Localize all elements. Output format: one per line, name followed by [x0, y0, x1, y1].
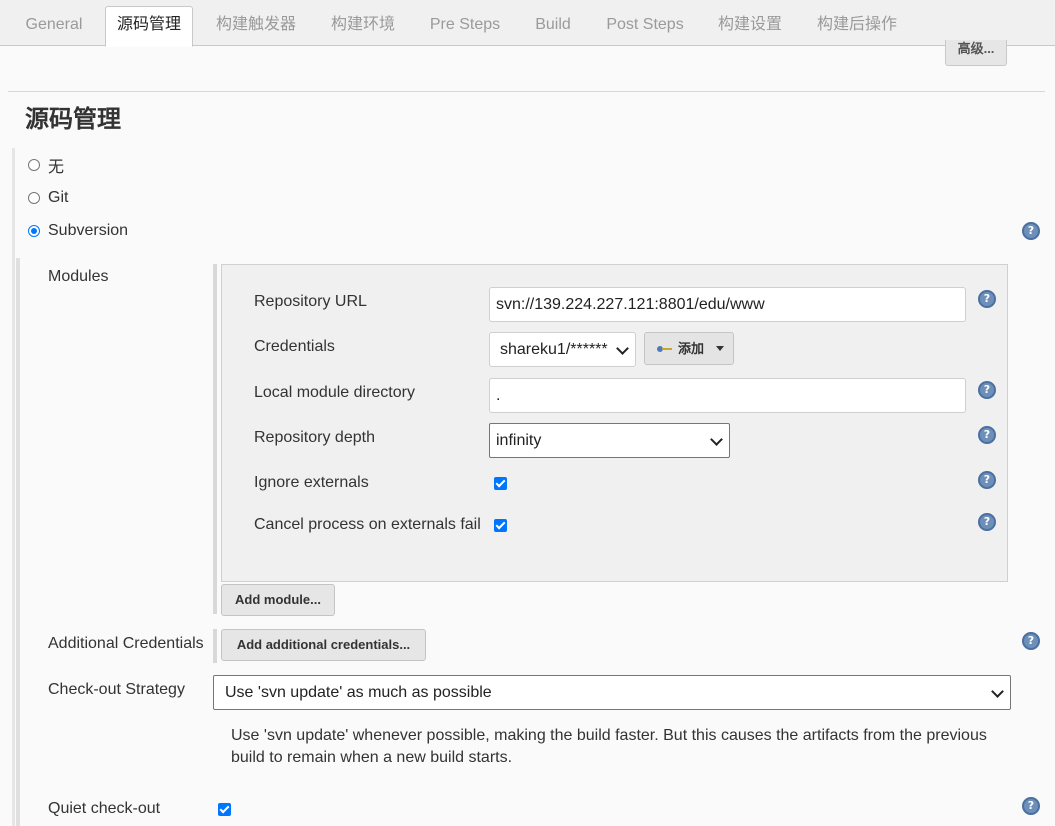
checkout-strategy-label: Check-out Strategy — [48, 681, 185, 698]
repository-depth-label: Repository depth — [254, 429, 375, 446]
checkout-strategy-value: Use 'svn update' as much as possible — [225, 684, 492, 701]
local-module-directory-input[interactable]: . — [489, 378, 966, 413]
scm-option-subversion-label: Subversion — [48, 222, 129, 239]
tab-build-triggers[interactable]: 构建触发器 — [206, 7, 306, 46]
chevron-down-icon — [991, 685, 1004, 698]
ignore-externals-checkbox[interactable] — [494, 477, 507, 490]
add-credentials-label: 添加 — [678, 341, 705, 356]
tab-post-steps[interactable]: Post Steps — [596, 7, 694, 46]
radio-git[interactable] — [28, 192, 40, 204]
repository-depth-value: infinity — [496, 432, 542, 449]
divider — [8, 91, 1045, 92]
key-icon — [657, 346, 673, 352]
tab-pre-steps[interactable]: Pre Steps — [420, 7, 510, 46]
scm-option-git-label: Git — [48, 189, 69, 206]
cancel-on-externals-fail-help-icon[interactable] — [978, 513, 996, 531]
tab-build[interactable]: Build — [524, 7, 582, 46]
chevron-down-icon — [616, 342, 629, 355]
subversion-help-icon[interactable] — [1022, 222, 1040, 240]
modules-rail — [213, 264, 217, 614]
quiet-checkout-help-icon[interactable] — [1022, 797, 1040, 815]
tab-build-environment[interactable]: 构建环境 — [320, 7, 406, 46]
section-title: 源码管理 — [25, 106, 121, 133]
repository-depth-select[interactable]: infinity — [489, 423, 730, 458]
advanced-button[interactable]: 高级... — [945, 40, 1007, 66]
scm-option-none[interactable]: 无 — [28, 154, 64, 176]
add-module-button[interactable]: Add module... — [221, 584, 335, 616]
quiet-checkout-label: Quiet check-out — [48, 800, 161, 817]
section-rail — [12, 148, 15, 826]
credentials-select-value: shareku1/****** — [500, 341, 608, 358]
repository-url-help-icon[interactable] — [978, 290, 996, 308]
local-module-directory-help-icon[interactable] — [978, 381, 996, 399]
local-module-directory-label: Local module directory — [254, 384, 415, 401]
tab-post-build-actions[interactable]: 构建后操作 — [806, 7, 908, 46]
scm-option-subversion[interactable]: Subversion — [28, 220, 128, 242]
ignore-externals-label: Ignore externals — [254, 474, 369, 491]
modules-label: Modules — [48, 268, 109, 285]
tab-build-settings[interactable]: 构建设置 — [707, 7, 793, 46]
chevron-down-icon — [710, 433, 723, 446]
additional-credentials-help-icon[interactable] — [1022, 632, 1040, 650]
tab-general[interactable]: General — [14, 7, 94, 46]
checkout-strategy-description: Use 'svn update' whenever possible, maki… — [231, 727, 987, 766]
subversion-rail — [16, 258, 20, 826]
checkout-strategy-select[interactable]: Use 'svn update' as much as possible — [213, 675, 1011, 710]
cancel-on-externals-fail-checkbox[interactable] — [494, 519, 507, 532]
add-additional-credentials-button[interactable]: Add additional credentials... — [221, 629, 426, 661]
credentials-label: Credentials — [254, 338, 335, 355]
cancel-on-externals-fail-label: Cancel process on externals fail — [254, 516, 481, 533]
add-credentials-button[interactable]: 添加 — [644, 332, 734, 365]
ignore-externals-help-icon[interactable] — [978, 471, 996, 489]
repository-url-label: Repository URL — [254, 293, 367, 310]
additional-credentials-rail — [213, 629, 217, 663]
radio-subversion[interactable] — [28, 225, 40, 237]
repository-url-input[interactable]: svn://139.224.227.121:8801/edu/www — [489, 287, 966, 322]
caret-down-icon — [716, 346, 724, 351]
quiet-checkout-checkbox[interactable] — [218, 803, 231, 816]
repository-depth-help-icon[interactable] — [978, 426, 996, 444]
tab-bar: General 源码管理 构建触发器 构建环境 Pre Steps Build … — [0, 0, 1055, 47]
tab-source-code-management[interactable]: 源码管理 — [105, 6, 193, 47]
additional-credentials-label: Additional Credentials — [48, 635, 204, 652]
credentials-select[interactable]: shareku1/****** — [489, 332, 636, 367]
scm-option-git[interactable]: Git — [28, 187, 68, 209]
scm-option-none-label: 无 — [48, 159, 65, 176]
radio-none[interactable] — [28, 159, 40, 171]
